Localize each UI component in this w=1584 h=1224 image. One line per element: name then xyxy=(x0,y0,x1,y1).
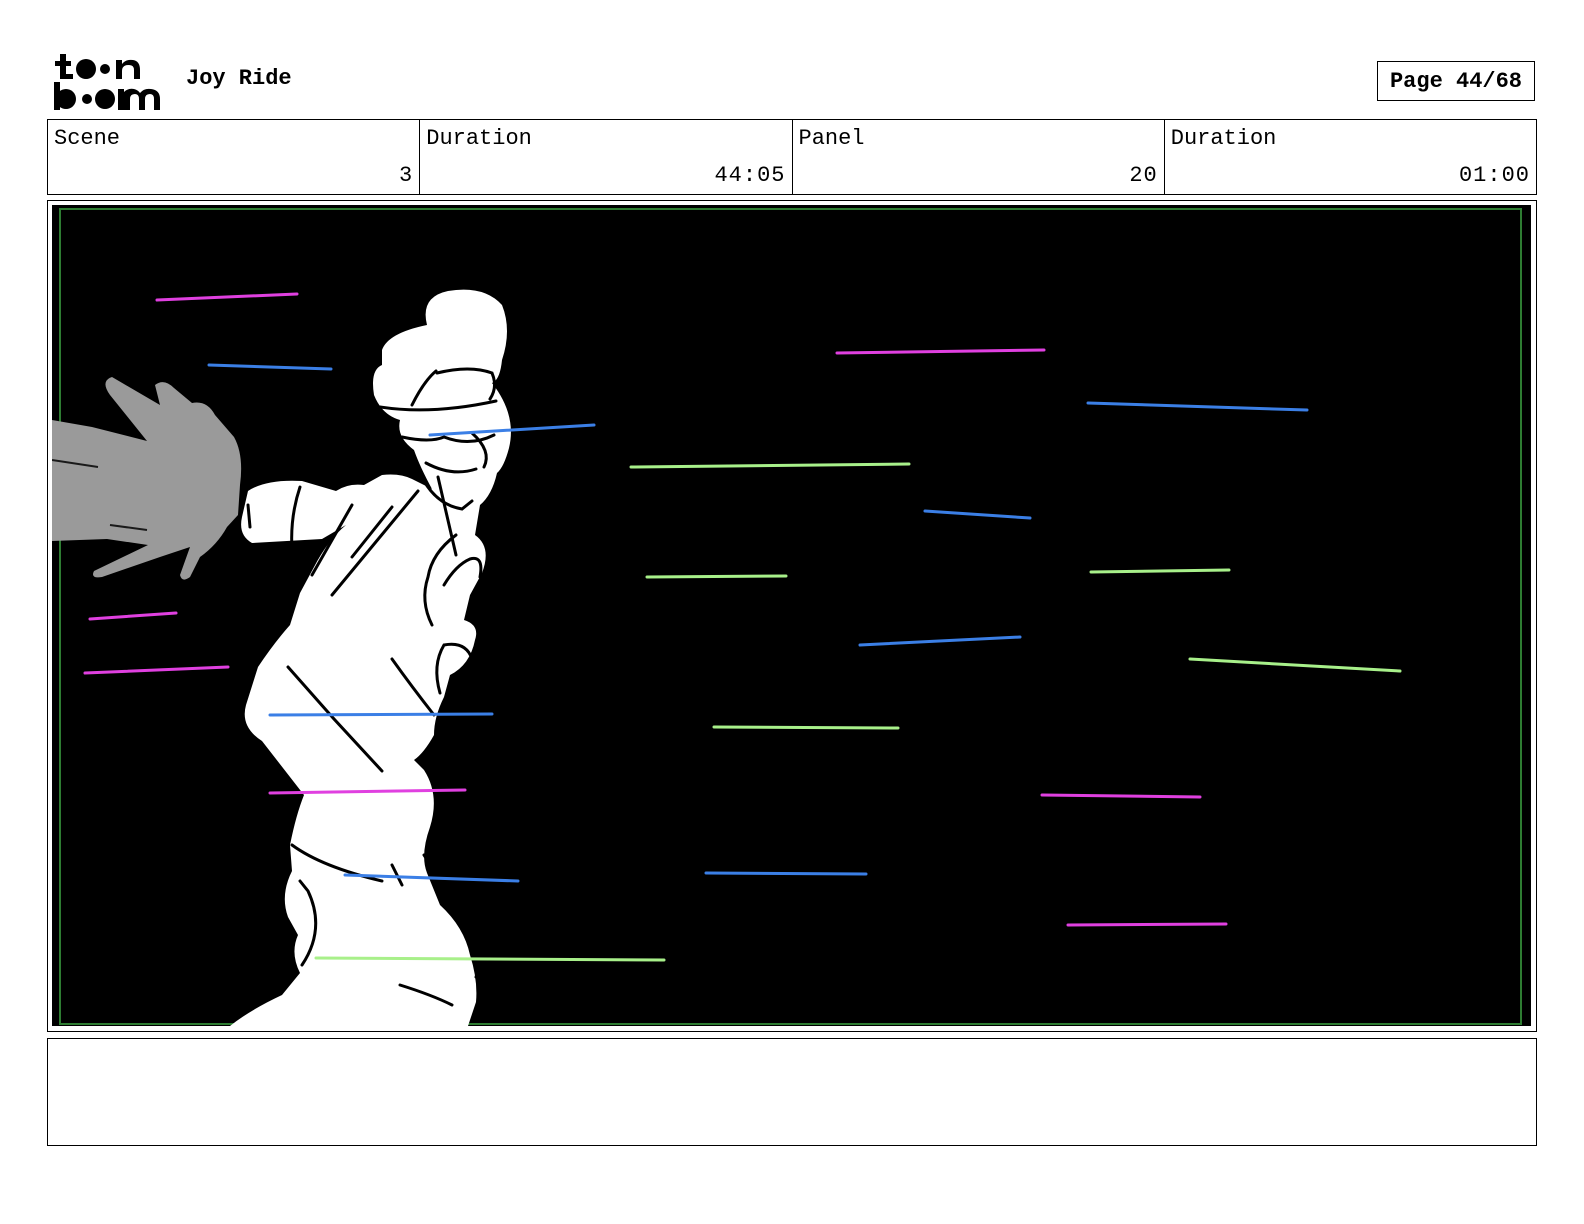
storyboard-panel xyxy=(47,200,1537,1032)
panel-notes-box[interactable] xyxy=(47,1038,1537,1146)
scene-label: Scene xyxy=(54,126,121,151)
speed-streak xyxy=(1066,922,1228,927)
project-title: Joy Ride xyxy=(186,66,292,91)
page-indicator-text: Page 44/68 xyxy=(1389,68,1523,94)
speed-streak xyxy=(314,956,666,962)
toon-boom-logo xyxy=(54,54,160,110)
panel-drawing xyxy=(52,205,1531,1026)
panel-duration-label: Duration xyxy=(1170,126,1277,151)
page-indicator: Page 44/68 xyxy=(1377,61,1535,101)
speed-streak xyxy=(1089,568,1231,574)
scene-duration-cell: Duration 44:05 xyxy=(420,120,793,194)
panel-duration-cell: Duration 01:00 xyxy=(1165,120,1536,194)
speed-streak xyxy=(645,574,788,579)
speed-streak xyxy=(1040,793,1202,799)
scene-duration-value: 44:05 xyxy=(714,163,786,188)
speed-streak xyxy=(704,871,868,876)
scene-duration-label: Duration xyxy=(426,126,532,151)
panel-background xyxy=(52,205,1531,1026)
scene-value: 3 xyxy=(399,163,414,188)
panel-value: 20 xyxy=(1129,163,1158,188)
panel-label: Panel xyxy=(798,126,865,151)
speed-streak xyxy=(712,725,900,730)
scene-info-table: Scene 3 Duration 44:05 Panel 20 Duration… xyxy=(47,119,1537,195)
scene-cell: Scene 3 xyxy=(48,120,421,194)
panel-cell: Panel 20 xyxy=(793,120,1165,194)
speed-streak xyxy=(268,712,494,717)
panel-duration-value: 01:00 xyxy=(1458,163,1530,188)
